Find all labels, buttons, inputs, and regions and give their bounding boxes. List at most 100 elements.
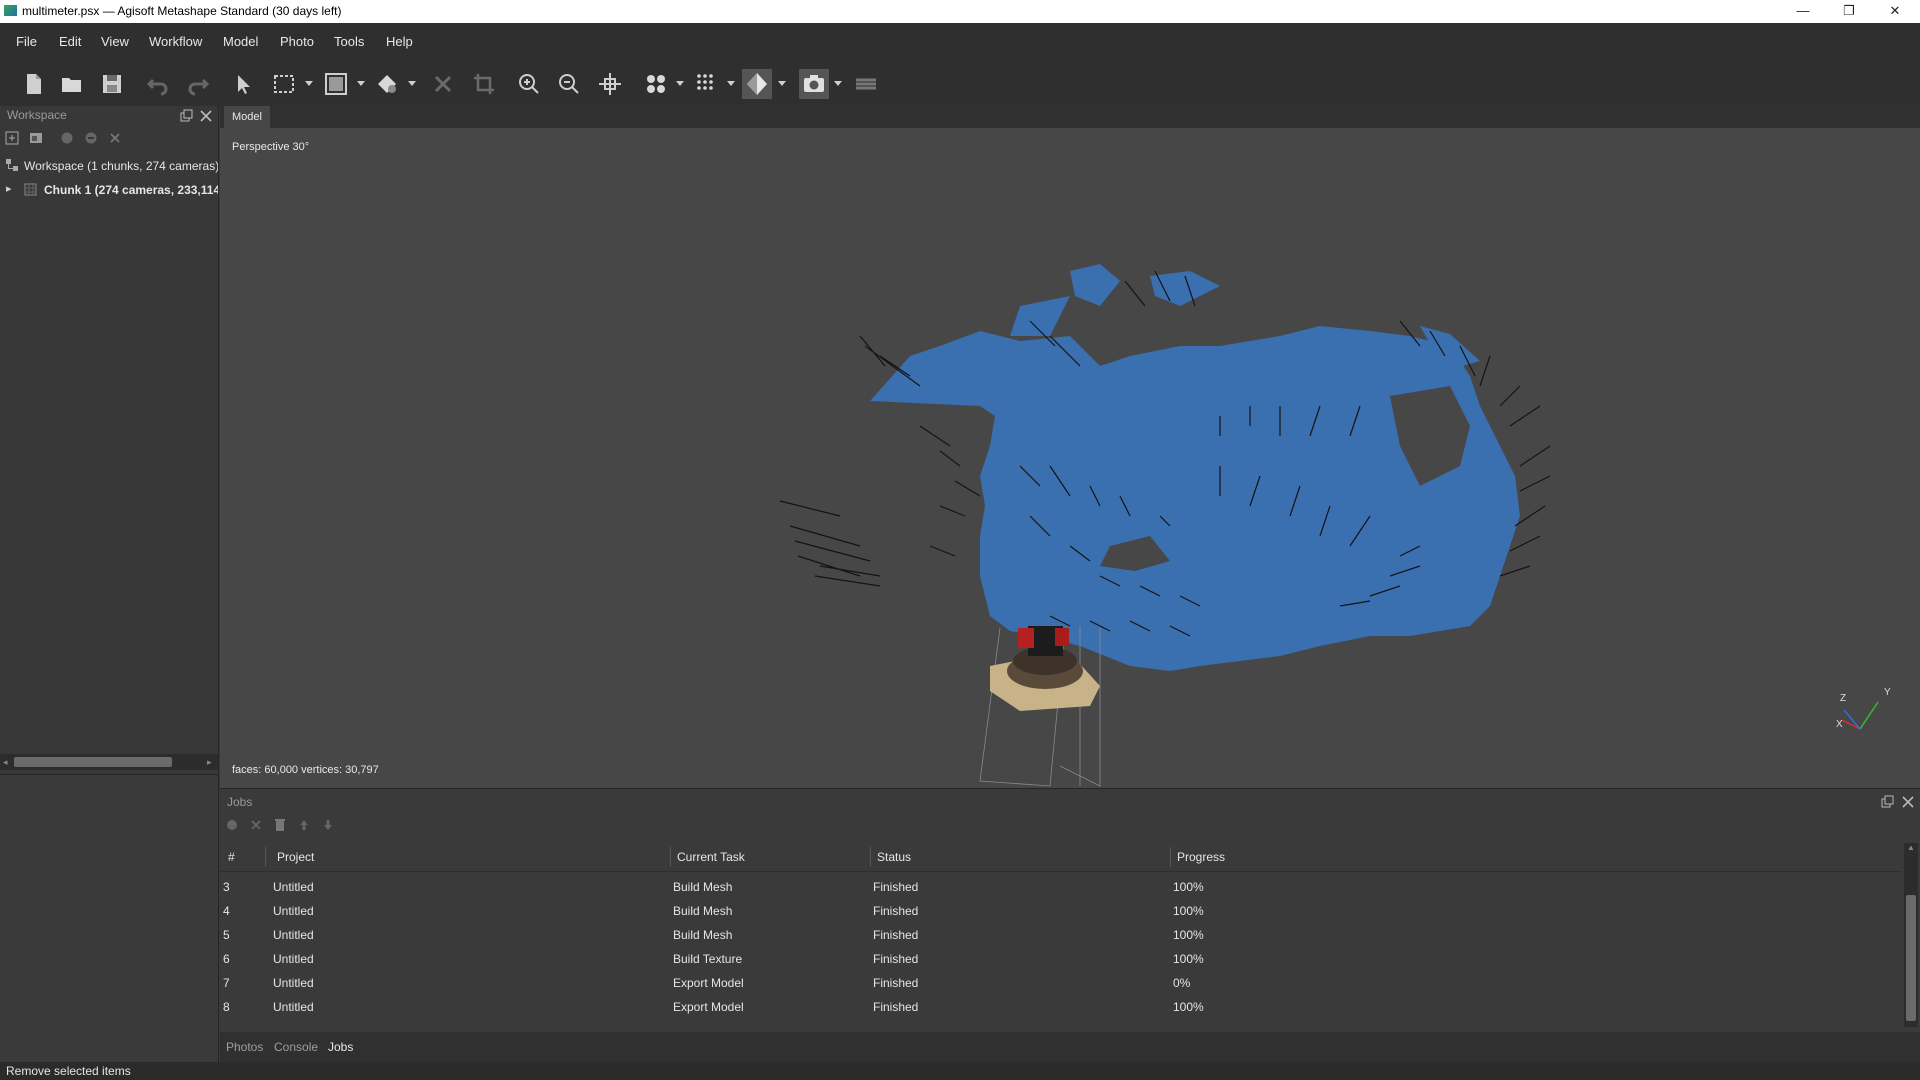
camera-icon[interactable] (799, 69, 829, 99)
col-status[interactable]: Status (877, 850, 911, 864)
row-project: Untitled (273, 1000, 314, 1014)
workspace-root-item[interactable]: Workspace (1 chunks, 274 cameras) (0, 156, 218, 176)
disable-icon[interactable] (84, 131, 98, 145)
tab-model[interactable]: Model (224, 106, 270, 128)
scroll-left-icon[interactable]: ◂ (3, 757, 8, 768)
col-number[interactable]: # (228, 850, 235, 864)
chunk-item[interactable]: ▸ Chunk 1 (274 cameras, 233,114 (0, 180, 218, 200)
bottom-tab-bar: Photos Console Jobs (220, 1032, 1920, 1062)
col-progress[interactable]: Progress (1177, 850, 1225, 864)
menu-model[interactable]: Model (223, 34, 258, 49)
col-current-task[interactable]: Current Task (677, 850, 745, 864)
dense-cloud-icon[interactable] (692, 69, 722, 99)
new-project-icon[interactable] (18, 69, 48, 99)
chunk-icon (24, 183, 37, 196)
row-progress: 100% (1173, 880, 1204, 894)
row-status: Finished (873, 904, 919, 918)
jobs-undock-icon[interactable] (1880, 795, 1894, 809)
table-row[interactable]: 7 Untitled Export Model Finished 0% (220, 971, 1902, 995)
close-panel-icon[interactable] (199, 109, 213, 123)
row-number: 4 (223, 904, 230, 918)
show-layers-icon[interactable] (851, 69, 881, 99)
minimize-button[interactable]: — (1780, 0, 1826, 23)
table-row[interactable]: 8 Untitled Export Model Finished 100% (220, 995, 1902, 1019)
zoom-out-icon[interactable] (554, 69, 584, 99)
open-folder-icon[interactable] (57, 69, 87, 99)
menu-photo[interactable]: Photo (280, 34, 314, 49)
enable-icon[interactable] (60, 131, 74, 145)
delete-job-icon[interactable] (273, 818, 287, 832)
dense-cloud-dropdown-icon[interactable] (727, 79, 735, 87)
add-photos-icon[interactable] (29, 131, 43, 145)
selection-dropdown-icon[interactable] (305, 79, 313, 87)
menu-file[interactable]: File (16, 34, 37, 49)
workspace-panel: Workspace Workspace (1 chunks, 274 camer… (0, 106, 219, 774)
scrollbar-thumb[interactable] (14, 757, 172, 767)
menu-help[interactable]: Help (386, 34, 413, 49)
point-cloud-icon[interactable] (641, 69, 671, 99)
app-icon (4, 5, 17, 16)
save-icon[interactable] (97, 69, 127, 99)
table-row[interactable]: 6 Untitled Build Texture Finished 100% (220, 947, 1902, 971)
scroll-right-icon[interactable]: ▸ (207, 757, 212, 768)
add-chunk-icon[interactable] (5, 131, 19, 145)
workspace-horizontal-scrollbar[interactable]: ◂ ▸ (0, 754, 218, 770)
model-shaded-icon[interactable] (742, 69, 772, 99)
close-window-button[interactable]: ✕ (1872, 0, 1918, 23)
col-project[interactable]: Project (277, 850, 314, 864)
move-down-icon[interactable] (321, 818, 335, 832)
tab-photos[interactable]: Photos (226, 1040, 263, 1054)
row-task: Build Mesh (673, 904, 733, 918)
main-toolbar (0, 61, 1920, 107)
redo-icon[interactable] (183, 69, 213, 99)
point-cloud-dropdown-icon[interactable] (676, 79, 684, 87)
jobs-vertical-scrollbar[interactable]: ▲ (1904, 843, 1918, 1027)
region-dropdown-icon[interactable] (357, 79, 365, 87)
jobs-toolbar (220, 815, 360, 835)
menu-bar: File Edit View Workflow Model Photo Tool… (0, 23, 1920, 61)
table-row[interactable]: 5 Untitled Build Mesh Finished 100% (220, 923, 1902, 947)
jobs-close-icon[interactable] (1901, 795, 1915, 809)
row-progress: 100% (1173, 1000, 1204, 1014)
column-divider (1170, 847, 1171, 867)
rotate-object-icon[interactable] (372, 69, 402, 99)
jobs-scrollbar-thumb[interactable] (1906, 895, 1916, 1021)
start-job-icon[interactable] (225, 818, 239, 832)
delete-selection-icon[interactable] (428, 69, 458, 99)
expand-arrow-icon[interactable]: ▸ (6, 182, 12, 195)
menu-view[interactable]: View (101, 34, 129, 49)
camera-dropdown-icon[interactable] (834, 79, 842, 87)
undock-icon[interactable] (179, 109, 193, 123)
menu-workflow[interactable]: Workflow (149, 34, 202, 49)
menu-edit[interactable]: Edit (59, 34, 81, 49)
menu-tools[interactable]: Tools (334, 34, 364, 49)
row-status: Finished (873, 952, 919, 966)
navigation-cursor-icon[interactable] (228, 69, 258, 99)
scroll-up-icon[interactable]: ▲ (1907, 843, 1915, 852)
reset-view-icon[interactable] (595, 69, 625, 99)
restore-button[interactable]: ❐ (1826, 0, 1872, 23)
tab-jobs[interactable]: Jobs (328, 1040, 353, 1054)
model-viewport[interactable]: Model Perspective 30° faces: 60,000 vert… (220, 106, 1920, 788)
remove-items-icon[interactable] (108, 131, 122, 145)
row-number: 3 (223, 880, 230, 894)
row-progress: 100% (1173, 952, 1204, 966)
resize-region-icon[interactable] (321, 69, 351, 99)
status-bar: Remove selected items (0, 1062, 1920, 1080)
move-up-icon[interactable] (297, 818, 311, 832)
model-stats: faces: 60,000 vertices: 30,797 (232, 764, 379, 776)
rotate-dropdown-icon[interactable] (408, 79, 416, 87)
undo-icon[interactable] (143, 69, 173, 99)
table-row[interactable]: 4 Untitled Build Mesh Finished 100% (220, 899, 1902, 923)
axis-z-label: Z (1840, 693, 1847, 704)
tab-console[interactable]: Console (274, 1040, 318, 1054)
model-dropdown-icon[interactable] (778, 79, 786, 87)
cancel-job-icon[interactable] (249, 818, 263, 832)
row-project: Untitled (273, 880, 314, 894)
scene-canvas[interactable] (220, 106, 1920, 788)
table-row[interactable]: 3 Untitled Build Mesh Finished 100% (220, 875, 1902, 899)
crop-selection-icon[interactable] (469, 69, 499, 99)
row-number: 6 (223, 952, 230, 966)
zoom-in-icon[interactable] (514, 69, 544, 99)
rectangle-selection-icon[interactable] (269, 69, 299, 99)
